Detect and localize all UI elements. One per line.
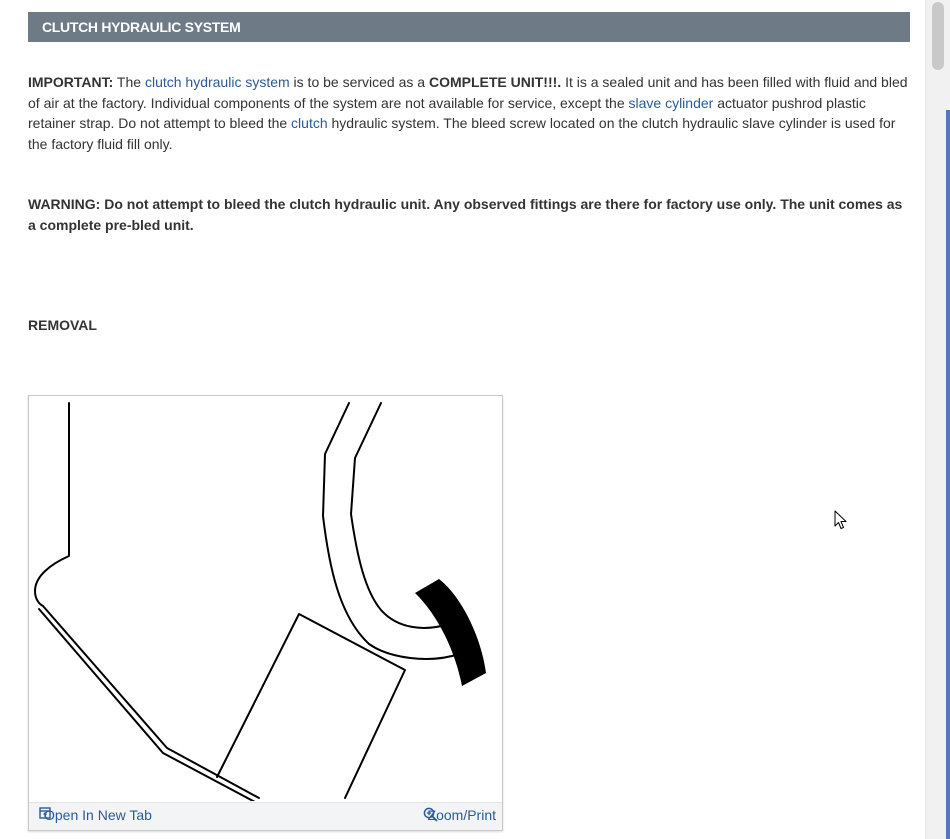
figure-toolbar: Open In New Tab Zoom/Print xyxy=(29,802,502,830)
mouse-pointer-icon xyxy=(834,510,848,535)
scrollbar-thumb[interactable] xyxy=(932,2,944,70)
removal-heading: REMOVAL xyxy=(28,317,97,333)
important-paragraph: IMPORTANT: The clutch hydraulic system i… xyxy=(28,72,910,154)
page: CLUTCH HYDRAULIC SYSTEM IMPORTANT: The c… xyxy=(0,0,950,839)
illustration-figure[interactable]: Open In New Tab Zoom/Print xyxy=(28,395,503,831)
open-in-new-tab-button[interactable]: Open In New Tab xyxy=(39,807,152,823)
zoom-print-button[interactable]: Zoom/Print xyxy=(423,807,496,823)
text-span: is to be serviced as a xyxy=(289,74,429,90)
clutch-line-illustration xyxy=(34,402,486,801)
open-in-new-tab-label: Open In New Tab xyxy=(44,807,152,823)
section-title: CLUTCH HYDRAULIC SYSTEM xyxy=(28,12,910,42)
link-slave-cylinder[interactable]: slave cylinder xyxy=(629,95,714,111)
link-clutch[interactable]: clutch xyxy=(291,115,328,131)
text-span: The xyxy=(113,74,145,90)
side-panel-edge xyxy=(946,110,950,839)
link-clutch-hydraulic-system[interactable]: clutch hydraulic system xyxy=(145,74,290,90)
article-content: CLUTCH HYDRAULIC SYSTEM IMPORTANT: The c… xyxy=(28,12,910,336)
complete-unit-emphasis: COMPLETE UNIT!!!. xyxy=(428,74,562,90)
warning-paragraph: WARNING: Do not attempt to bleed the clu… xyxy=(28,196,903,233)
important-label: IMPORTANT: xyxy=(28,74,114,90)
zoom-print-label: Zoom/Print xyxy=(427,807,496,823)
